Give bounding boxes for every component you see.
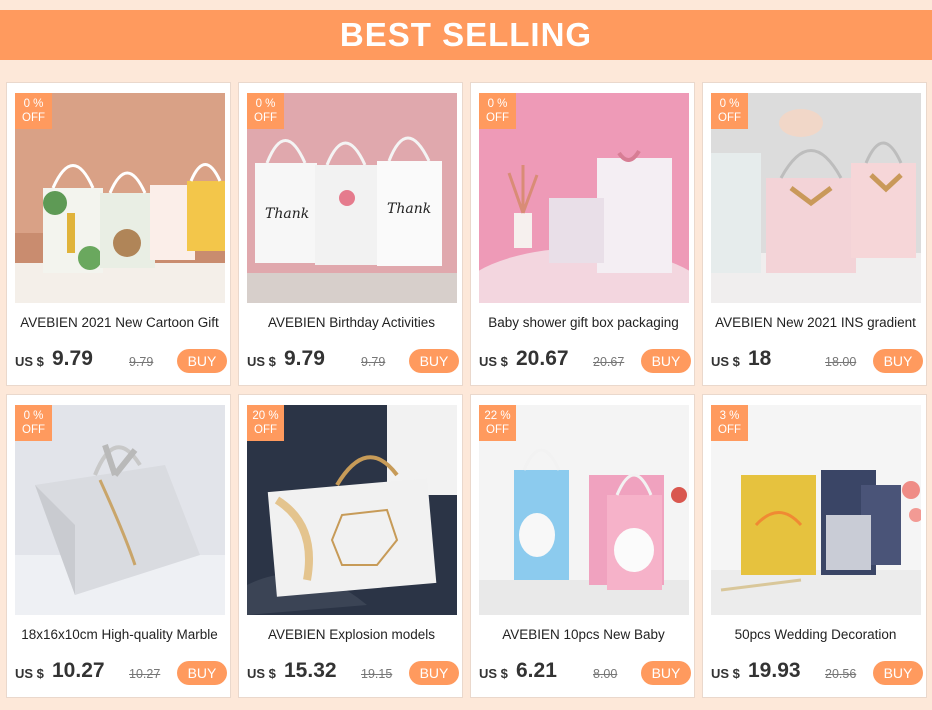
original-price: 10.27: [129, 667, 161, 681]
product-title[interactable]: AVEBIEN 10pcs New Baby: [471, 627, 696, 642]
product-title[interactable]: AVEBIEN New 2021 INS gradient: [703, 315, 928, 330]
section-title: BEST SELLING: [339, 16, 593, 53]
product-card[interactable]: Thank Thank 0 % OFF AVEBIEN Birthday Acti…: [238, 82, 463, 386]
price-row: US $ 20.67 20.67 BUY: [479, 347, 691, 375]
sale-price: 20.67: [516, 347, 569, 370]
price-row: US $ 15.32 19.15 BUY: [247, 659, 459, 687]
original-price: 20.67: [593, 355, 625, 369]
product-card[interactable]: 0 % OFF Baby shower gift box packaging US…: [470, 82, 695, 386]
buy-button[interactable]: BUY: [641, 349, 691, 373]
product-title[interactable]: AVEBIEN 2021 New Cartoon Gift: [7, 315, 232, 330]
product-card[interactable]: 20 % OFF AVEBIEN Explosion models US $ 15…: [238, 394, 463, 698]
product-card[interactable]: 3 % OFF 50pcs Wedding Decoration US $ 19.…: [702, 394, 927, 698]
discount-badge: 0 % OFF: [479, 93, 516, 129]
product-card[interactable]: 0 % OFF 18x16x10cm High-quality Marble US…: [6, 394, 231, 698]
sale-price: 18: [748, 347, 772, 370]
product-title[interactable]: 50pcs Wedding Decoration: [703, 627, 928, 642]
price-row: US $ 10.27 10.27 BUY: [15, 659, 227, 687]
price-row: US $ 9.79 9.79 BUY: [247, 347, 459, 375]
currency-label: US $: [15, 666, 44, 681]
original-price: 8.00: [593, 667, 618, 681]
original-price: 9.79: [361, 355, 386, 369]
original-price: 18.00: [825, 355, 857, 369]
product-grid: 0 % OFF AVEBIEN 2021 New Cartoon Gift US …: [6, 82, 927, 702]
product-title[interactable]: AVEBIEN Birthday Activities: [239, 315, 464, 330]
buy-button[interactable]: BUY: [873, 349, 923, 373]
buy-button[interactable]: BUY: [409, 661, 459, 685]
currency-label: US $: [247, 666, 276, 681]
sale-price: 10.27: [52, 659, 105, 682]
currency-label: US $: [711, 666, 740, 681]
original-price: 20.56: [825, 667, 857, 681]
buy-button[interactable]: BUY: [177, 661, 227, 685]
buy-button[interactable]: BUY: [177, 349, 227, 373]
currency-label: US $: [479, 354, 508, 369]
product-card[interactable]: 0 % OFF AVEBIEN New 2021 INS gradient US …: [702, 82, 927, 386]
product-title[interactable]: Baby shower gift box packaging: [471, 315, 696, 330]
price-row: US $ 9.79 9.79 BUY: [15, 347, 227, 375]
sale-price: 19.93: [748, 659, 801, 682]
discount-badge: 0 % OFF: [711, 93, 748, 129]
price-row: US $ 19.93 20.56 BUY: [711, 659, 923, 687]
product-card[interactable]: 0 % OFF AVEBIEN 2021 New Cartoon Gift US …: [6, 82, 231, 386]
product-card[interactable]: 22 % OFF AVEBIEN 10pcs New Baby US $ 6.21…: [470, 394, 695, 698]
discount-badge: 0 % OFF: [15, 93, 52, 129]
price-row: US $ 18 18.00 BUY: [711, 347, 923, 375]
currency-label: US $: [15, 354, 44, 369]
section-banner: BEST SELLING: [0, 10, 932, 60]
sale-price: 15.32: [284, 659, 337, 682]
product-title[interactable]: 18x16x10cm High-quality Marble: [7, 627, 232, 642]
svg-text:Thank: Thank: [265, 206, 309, 222]
sale-price: 6.21: [516, 659, 557, 682]
discount-badge: 3 % OFF: [711, 405, 748, 441]
original-price: 19.15: [361, 667, 393, 681]
discount-badge: 22 % OFF: [479, 405, 516, 441]
original-price: 9.79: [129, 355, 154, 369]
discount-badge: 20 % OFF: [247, 405, 284, 441]
discount-badge: 0 % OFF: [15, 405, 52, 441]
currency-label: US $: [479, 666, 508, 681]
buy-button[interactable]: BUY: [641, 661, 691, 685]
currency-label: US $: [247, 354, 276, 369]
price-row: US $ 6.21 8.00 BUY: [479, 659, 691, 687]
sale-price: 9.79: [52, 347, 93, 370]
sale-price: 9.79: [284, 347, 325, 370]
buy-button[interactable]: BUY: [409, 349, 459, 373]
product-title[interactable]: AVEBIEN Explosion models: [239, 627, 464, 642]
buy-button[interactable]: BUY: [873, 661, 923, 685]
currency-label: US $: [711, 354, 740, 369]
discount-badge: 0 % OFF: [247, 93, 284, 129]
svg-text:Thank: Thank: [387, 201, 431, 217]
